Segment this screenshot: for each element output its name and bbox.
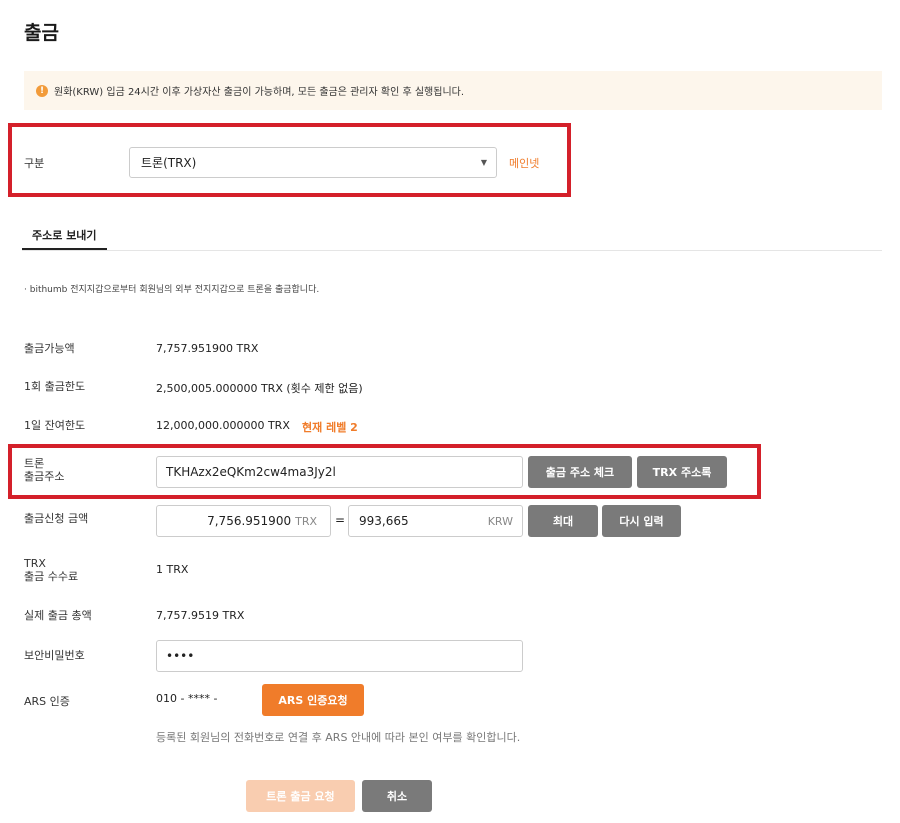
address-check-button[interactable]: 출금 주소 체크 (528, 456, 632, 488)
available-value: 7,757.951900 TRX (156, 342, 259, 355)
address-input[interactable]: TKHAzx2eQKm2cw4ma3Jy2l (156, 456, 523, 488)
network-badge: 메인넷 (509, 157, 540, 170)
total-value: 7,757.9519 TRX (156, 609, 245, 622)
fee-value: 1 TRX (156, 563, 189, 576)
per-limit-value: 2,500,005.000000 TRX (횟수 제한 없음) (156, 382, 363, 395)
amount-krw-unit: KRW (487, 514, 513, 528)
tab-divider (22, 250, 882, 251)
reset-button[interactable]: 다시 입력 (602, 505, 681, 537)
ars-label: ARS 인증 (24, 695, 70, 708)
address-book-button[interactable]: TRX 주소록 (637, 456, 727, 488)
description-text: · bithumb 전지지갑으로부터 회원님의 외부 전지지갑으로 트론을 출금… (24, 282, 319, 295)
submit-withdraw-button[interactable]: 트론 출금 요청 (246, 780, 355, 812)
description-content: bithumb 전지지갑으로부터 회원님의 외부 전지지갑으로 트론을 출금합니… (29, 285, 320, 295)
ars-help-text: 등록된 회원님의 전화번호로 연결 후 ARS 안내에 따라 본인 여부를 확인… (156, 731, 521, 744)
coin-select-label: 구분 (24, 157, 45, 170)
daily-limit-value: 12,000,000.000000 TRX (156, 419, 290, 432)
ars-phone: 010 - **** - (156, 692, 218, 705)
per-limit-label: 1회 출금한도 (24, 380, 86, 393)
address-value: TKHAzx2eQKm2cw4ma3Jy2l (166, 465, 336, 479)
coin-select-value: 트론(TRX) (141, 156, 197, 170)
amount-krw-input[interactable]: 993,665 KRW (348, 505, 523, 537)
page-title: 출금 (24, 22, 59, 44)
info-icon: ! (36, 84, 48, 97)
amount-trx-unit: TRX (295, 514, 317, 528)
equals-sign: = (335, 513, 346, 527)
chevron-down-icon: ▼ (480, 158, 487, 167)
fee-label-coin: TRX (24, 557, 46, 570)
amount-label: 출금신청 금액 (24, 512, 89, 525)
amount-trx-input[interactable]: 7,756.951900 TRX (156, 505, 331, 537)
amount-krw-value: 993,665 (359, 514, 409, 528)
coin-select[interactable]: 트론(TRX) ▼ (129, 147, 497, 178)
address-label-coin: 트론 (24, 457, 45, 470)
tab-send-to-address[interactable]: 주소로 보내기 (22, 218, 107, 250)
current-level: 현재 레벨 2 (302, 421, 358, 434)
address-label-text: 출금주소 (24, 470, 65, 483)
password-input[interactable]: •••• (156, 640, 523, 672)
daily-limit-label: 1일 잔여한도 (24, 419, 86, 432)
total-label: 실제 출금 총액 (24, 609, 92, 622)
fee-label: TRX 출금 수수료 (24, 557, 78, 583)
notice-text: 원화(KRW) 입금 24시간 이후 가상자산 출금이 가능하며, 모든 출금은… (54, 87, 465, 98)
amount-trx-value: 7,756.951900 (207, 514, 292, 528)
ars-request-button[interactable]: ARS 인증요청 (262, 684, 364, 716)
password-value: •••• (166, 649, 195, 663)
fee-label-text: 출금 수수료 (24, 570, 79, 583)
cancel-button[interactable]: 취소 (362, 780, 432, 812)
address-label: 트론 출금주소 (24, 457, 64, 483)
available-label: 출금가능액 (24, 342, 75, 355)
max-button[interactable]: 최대 (528, 505, 598, 537)
password-label: 보안비밀번호 (24, 649, 85, 662)
notice-banner: ! 원화(KRW) 입금 24시간 이후 가상자산 출금이 가능하며, 모든 출… (24, 71, 882, 110)
